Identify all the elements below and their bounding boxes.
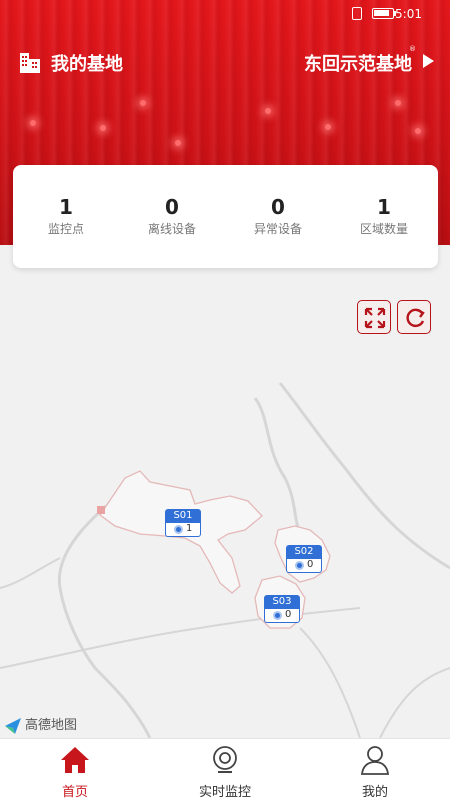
map-view[interactable]: S01 1 S02 0 S03 0 高德地图 [0,268,450,738]
light-dot [395,100,401,106]
marker-count-row: 1 [165,523,201,537]
map-marker-s02[interactable]: S02 0 [286,545,322,573]
light-dot [175,140,181,146]
stat-value: 1 [59,195,73,219]
map-provider-logo: 高德地图 [4,714,77,735]
stat-value: 0 [165,195,179,219]
stat-offline-devices[interactable]: 0 离线设备 [119,195,225,237]
stats-card: 1 监控点 0 离线设备 0 异常设备 1 区域数量 [13,165,438,268]
refresh-icon [406,308,425,328]
fullscreen-button[interactable] [357,300,391,334]
light-dot [415,128,421,134]
light-dot [325,124,331,130]
light-dot [30,120,36,126]
camera-icon [273,611,282,620]
light-dot [265,108,271,114]
expand-icon [364,307,386,329]
play-arrow-icon[interactable] [423,54,434,68]
page-title: 我的基地 [51,54,123,75]
map-marker-s03[interactable]: S03 0 [264,595,300,623]
top-bar: 我的基地 东回示范基地 ® [18,45,434,76]
stat-value: 1 [377,195,391,219]
amap-icon [5,717,21,734]
light-dot [100,125,106,131]
refresh-button[interactable] [397,300,431,334]
marker-count: 0 [307,559,314,570]
marker-code: S01 [165,509,201,523]
nav-label: 首页 [61,785,88,800]
base-selector[interactable]: 东回示范基地 [304,50,412,76]
nav-live-monitor[interactable]: 实时监控 [175,745,275,800]
nav-label: 实时监控 [198,785,251,800]
nav-label: 我的 [361,785,388,800]
stat-label: 离线设备 [147,222,196,236]
stat-area-count[interactable]: 1 区域数量 [331,195,437,237]
stat-label: 区域数量 [359,222,408,236]
nav-home[interactable]: 首页 [25,745,125,800]
bottom-nav: 首页 实时监控 我的 [0,738,450,800]
vibrate-icon [352,7,362,20]
user-icon [360,746,390,775]
home-icon [61,747,89,773]
status-bar: 5:01 [0,0,450,28]
light-dot [140,100,146,106]
map-provider-name: 高德地图 [25,718,78,733]
nav-profile[interactable]: 我的 [325,745,425,800]
marker-code: S02 [286,545,322,559]
stat-value: 0 [271,195,285,219]
marker-count-row: 0 [264,609,300,623]
stat-abnormal-devices[interactable]: 0 异常设备 [225,195,331,237]
marker-count-row: 0 [286,559,322,573]
marker-code: S03 [264,595,300,609]
marker-count: 1 [186,523,193,534]
camera-icon [174,525,183,534]
building-icon [20,53,40,73]
stat-label: 异常设备 [253,222,302,236]
status-time: 5:01 [395,7,422,21]
marker-count: 0 [285,609,292,620]
map-marker-s01[interactable]: S01 1 [165,509,201,537]
camera-icon [295,561,304,570]
stat-label: 监控点 [47,222,84,236]
camera-icon [213,746,237,773]
stat-monitor-points[interactable]: 1 监控点 [13,195,119,237]
map-canvas [0,382,450,738]
battery-icon [372,8,394,19]
registered-mark: ® [409,45,416,53]
